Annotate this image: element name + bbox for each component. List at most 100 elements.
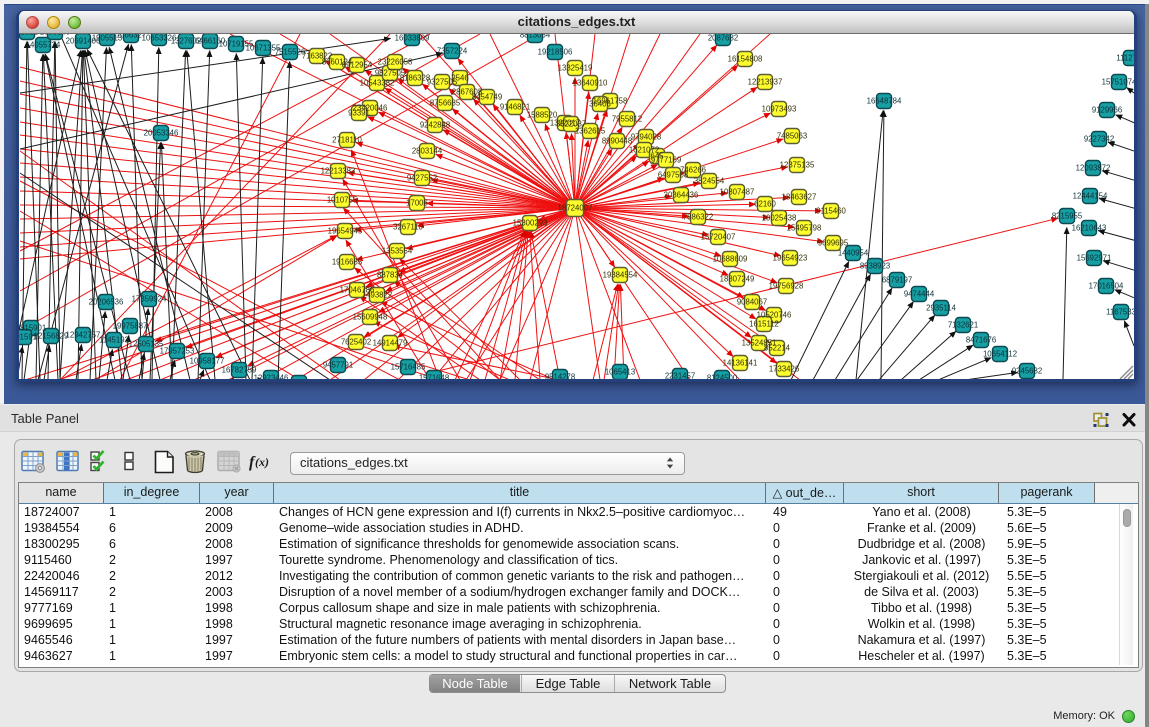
svg-text:7357224: 7357224 xyxy=(437,47,468,56)
svg-text:16782759: 16782759 xyxy=(222,366,257,375)
svg-text:9146821: 9146821 xyxy=(500,103,530,112)
svg-text:(x): (x) xyxy=(255,455,269,469)
svg-text:1916685: 1916685 xyxy=(332,258,363,267)
svg-text:18463627: 18463627 xyxy=(782,193,817,202)
svg-text:10520746: 10520746 xyxy=(757,311,792,320)
svg-text:17006: 17006 xyxy=(406,199,428,208)
svg-text:19218506: 19218506 xyxy=(538,48,573,57)
svg-text:1112753: 1112753 xyxy=(1116,54,1134,63)
svg-text:15692971: 15692971 xyxy=(1077,254,1112,263)
svg-text:13325419: 13325419 xyxy=(558,64,593,73)
svg-text:62160: 62160 xyxy=(754,200,776,209)
svg-text:17957253: 17957253 xyxy=(160,347,195,356)
svg-text:15609948: 15609948 xyxy=(353,313,388,322)
svg-text:1353554: 1353554 xyxy=(382,247,413,256)
svg-text:8471676: 8471676 xyxy=(966,336,996,345)
svg-text:1065413: 1065413 xyxy=(605,368,635,377)
svg-text:1493822: 1493822 xyxy=(362,291,392,300)
svg-text:7132621: 7132621 xyxy=(948,321,978,330)
svg-text:17359924: 17359924 xyxy=(132,295,167,304)
svg-text:9794028: 9794028 xyxy=(631,133,661,142)
svg-text:10807487: 10807487 xyxy=(720,188,755,197)
svg-text:8938923: 8938923 xyxy=(860,262,890,271)
svg-text:9514278: 9514278 xyxy=(545,373,575,380)
svg-text:10025438: 10025438 xyxy=(762,214,797,223)
svg-text:14136141: 14136141 xyxy=(723,359,758,368)
svg-text:15720407: 15720407 xyxy=(701,233,736,242)
svg-text:15716485: 15716485 xyxy=(391,363,426,372)
svg-text:1733426: 1733426 xyxy=(769,365,799,374)
svg-text:9227342: 9227342 xyxy=(1084,135,1114,144)
svg-text:9457791: 9457791 xyxy=(323,361,353,370)
svg-text:1167533: 1167533 xyxy=(1106,308,1134,317)
svg-text:1615112: 1615112 xyxy=(749,320,779,329)
svg-text:15751074: 15751074 xyxy=(1102,78,1134,87)
svg-text:12375135: 12375135 xyxy=(780,161,815,170)
svg-text:887834: 887834 xyxy=(377,271,404,280)
svg-text:3267110: 3267110 xyxy=(393,223,423,232)
svg-text:17016504: 17016504 xyxy=(1089,282,1124,291)
svg-text:19756928: 19756928 xyxy=(769,282,804,291)
svg-text:9699695: 9699695 xyxy=(818,239,849,248)
svg-text:2087682: 2087682 xyxy=(708,34,738,43)
svg-text:7955812: 7955812 xyxy=(612,115,642,124)
svg-text:9245682: 9245682 xyxy=(1012,367,1042,376)
svg-text:8215955: 8215955 xyxy=(1052,212,1083,221)
svg-text:12093872: 12093872 xyxy=(1076,164,1111,173)
svg-text:18807249: 18807249 xyxy=(720,275,755,284)
svg-text:9115460: 9115460 xyxy=(816,207,846,216)
svg-text:12156829: 12156829 xyxy=(34,332,69,341)
svg-text:7886322: 7886322 xyxy=(683,213,713,222)
svg-text:18724007: 18724007 xyxy=(558,204,593,213)
svg-text:12942757: 12942757 xyxy=(66,331,101,340)
svg-text:36406: 36406 xyxy=(589,100,611,109)
svg-text:10654112: 10654112 xyxy=(983,350,1017,359)
svg-text:1440954: 1440954 xyxy=(838,249,869,258)
svg-text:8186328: 8186328 xyxy=(400,74,430,83)
svg-text:2718110: 2718110 xyxy=(332,136,362,145)
svg-text:12444154: 12444154 xyxy=(1073,192,1108,201)
svg-text:10543382: 10543382 xyxy=(360,79,395,88)
svg-text:9427552: 9427552 xyxy=(407,174,437,183)
svg-text:20364436: 20364436 xyxy=(664,191,699,200)
svg-text:9129966: 9129966 xyxy=(1092,106,1122,115)
svg-text:10973493: 10973493 xyxy=(762,105,797,114)
svg-text:2546: 2546 xyxy=(451,74,468,83)
svg-text:852214: 852214 xyxy=(764,344,791,353)
svg-text:2803144: 2803144 xyxy=(412,147,443,156)
svg-text:9242848: 9242848 xyxy=(420,121,450,130)
svg-text:19654923: 19654923 xyxy=(773,254,808,263)
svg-text:12213937: 12213937 xyxy=(748,78,783,87)
svg-text:13640910: 13640910 xyxy=(573,79,608,88)
svg-text:9474444: 9474444 xyxy=(904,290,935,299)
svg-text:2231457: 2231457 xyxy=(665,372,695,380)
svg-text:9084067: 9084067 xyxy=(737,298,767,307)
svg-text:12213383: 12213383 xyxy=(321,167,356,176)
svg-text:8813054: 8813054 xyxy=(520,34,551,40)
svg-text:10958177: 10958177 xyxy=(190,357,225,366)
svg-text:3824554: 3824554 xyxy=(694,177,725,186)
svg-text:14055724: 14055724 xyxy=(26,41,61,50)
svg-text:15495798: 15495798 xyxy=(787,224,822,233)
svg-text:15300293: 15300293 xyxy=(513,219,548,228)
svg-text:8454749: 8454749 xyxy=(472,93,502,102)
svg-text:20053346: 20053346 xyxy=(144,129,179,138)
svg-text:9777169: 9777169 xyxy=(651,156,681,165)
svg-text:3822037: 3822037 xyxy=(556,120,586,129)
svg-text:7485063: 7485063 xyxy=(777,132,807,141)
svg-text:8756685: 8756685 xyxy=(430,99,461,108)
svg-text:19654945: 19654945 xyxy=(328,227,363,236)
svg-text:1292344: 1292344 xyxy=(284,379,315,380)
svg-text:16210643: 16210643 xyxy=(1072,224,1107,233)
svg-text:8124500: 8124500 xyxy=(707,374,738,380)
svg-text:8912954: 8912954 xyxy=(342,61,373,70)
svg-text:7515526: 7515526 xyxy=(275,48,305,57)
svg-text:8990448: 8990448 xyxy=(602,137,632,146)
svg-text:1010755: 1010755 xyxy=(327,196,358,205)
svg-text:20206536: 20206536 xyxy=(89,298,124,307)
svg-text:93391: 93391 xyxy=(348,109,370,118)
svg-text:7625402: 7625402 xyxy=(341,338,371,347)
svg-text:23226058: 23226058 xyxy=(378,58,413,67)
svg-text:746266: 746266 xyxy=(680,166,706,175)
svg-text:19975887: 19975887 xyxy=(113,322,148,331)
